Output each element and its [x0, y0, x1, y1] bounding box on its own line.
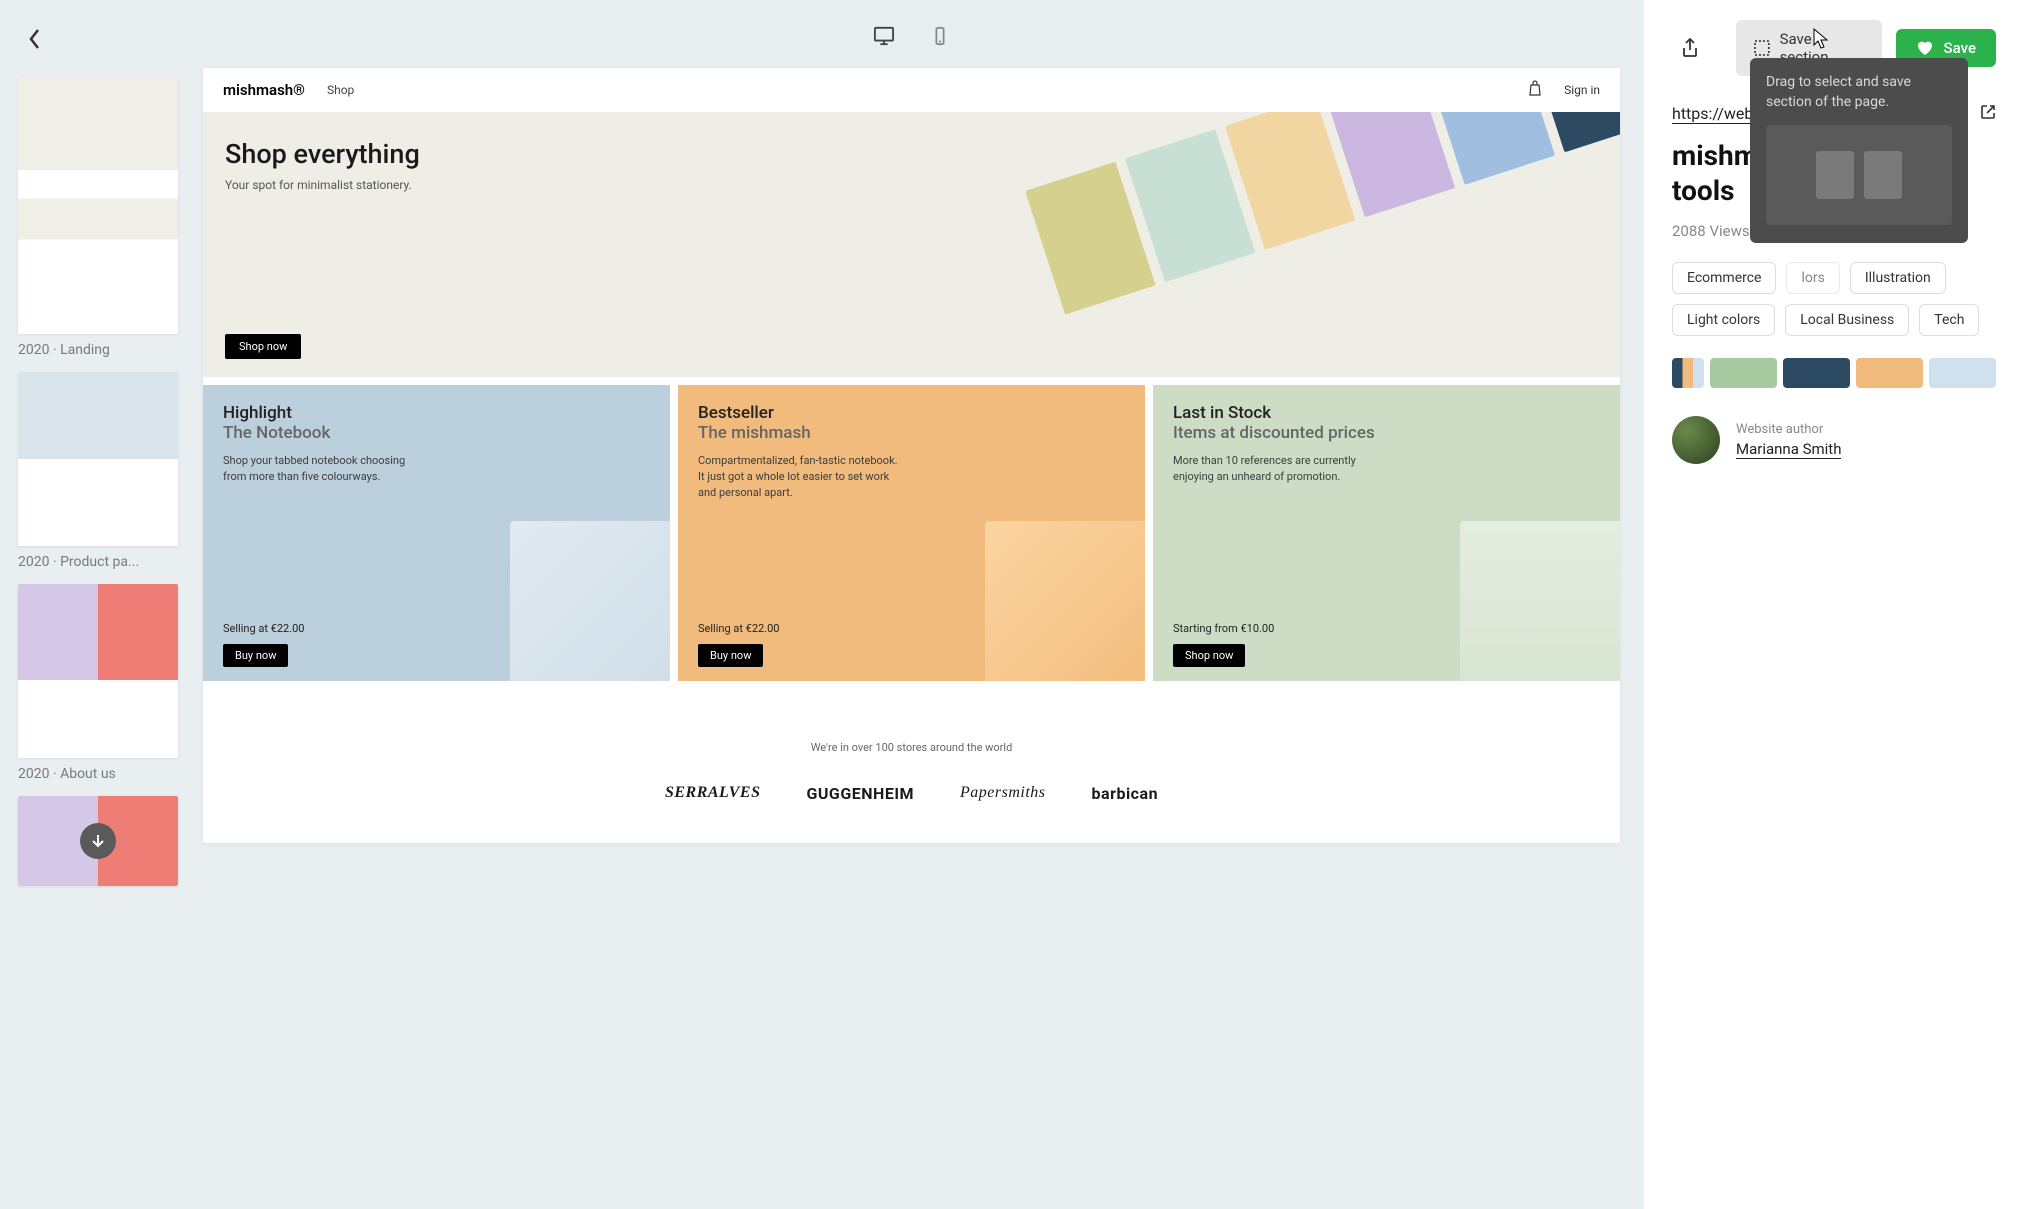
card-overline: Bestseller [698, 403, 1125, 423]
store-logo: GUGGENHEIM [806, 784, 914, 803]
tag[interactable]: Tech [1919, 304, 1979, 336]
card-price: Selling at €22.00 [698, 622, 780, 635]
author-block: Website author Marianna Smith [1672, 416, 1996, 464]
share-button[interactable] [1672, 30, 1708, 66]
store-logo: Papersmiths [960, 784, 1046, 803]
card-price: Starting from €10.00 [1173, 622, 1274, 635]
palette-swatch[interactable] [1783, 358, 1850, 388]
card-title: Items at discounted prices [1173, 423, 1600, 443]
desktop-device-button[interactable] [870, 22, 898, 50]
card-artwork [985, 521, 1145, 681]
mobile-device-button[interactable] [926, 22, 954, 50]
thumbnail-item[interactable]: 2020 · About us [18, 584, 185, 782]
signin-link[interactable]: Sign in [1564, 83, 1600, 97]
color-palette [1672, 358, 1996, 388]
thumbnail-item[interactable]: 2020 · Product pa... [18, 372, 185, 570]
card-title: The mishmash [698, 423, 1125, 443]
store-logos: SERRALVES GUGGENHEIM Papersmiths barbica… [223, 784, 1600, 803]
cart-icon[interactable] [1528, 80, 1542, 100]
buy-now-button[interactable]: Buy now [223, 644, 288, 667]
tag[interactable]: Illustration [1850, 262, 1946, 294]
card-title: The Notebook [223, 423, 650, 443]
download-icon[interactable] [80, 823, 116, 859]
save-label: Save [1944, 39, 1976, 57]
back-button[interactable] [18, 22, 52, 56]
tag[interactable]: Local Business [1785, 304, 1909, 336]
palette-swatch[interactable] [1856, 358, 1923, 388]
save-section-tooltip: Drag to select and save section of the p… [1750, 58, 1968, 243]
website-url[interactable]: https://webf [1672, 104, 1759, 124]
thumbnail-image [18, 372, 178, 546]
palette-swatch[interactable] [1929, 358, 1996, 388]
stores-text: We're in over 100 stores around the worl… [223, 741, 1600, 754]
card-description: Shop your tabbed notebook choosing from … [223, 453, 423, 485]
card-artwork [1460, 521, 1620, 681]
card-description: More than 10 references are currently en… [1173, 453, 1373, 485]
buy-now-button[interactable]: Buy now [698, 644, 763, 667]
card-price: Selling at €22.00 [223, 622, 305, 635]
views-count: 2088 Views [1672, 222, 1750, 240]
palette-swatch-multi[interactable] [1672, 358, 1704, 388]
thumbnail-list: 2020 · Landing 2020 · Product pa... 2020… [18, 78, 185, 886]
product-card-lastinstock[interactable]: Last in Stock Items at discounted prices… [1153, 385, 1620, 681]
product-card-highlight[interactable]: Highlight The Notebook Shop your tabbed … [203, 385, 670, 681]
cursor-icon [1812, 28, 1830, 50]
tag-list: Ecommerce lors Illustration Light colors… [1672, 262, 1996, 336]
tooltip-text: Drag to select and save section of the p… [1766, 72, 1952, 113]
card-overline: Last in Stock [1173, 403, 1600, 423]
thumbnail-image [18, 796, 178, 886]
thumbnail-image [18, 584, 178, 758]
tag-hidden[interactable]: lors [1786, 262, 1839, 294]
card-artwork [510, 521, 670, 681]
author-name[interactable]: Marianna Smith [1736, 440, 1841, 459]
store-logo: SERRALVES [665, 784, 761, 803]
thumbnail-item[interactable] [18, 796, 185, 886]
nav-shop-link[interactable]: Shop [327, 83, 354, 97]
thumbnail-image [18, 78, 178, 334]
website-preview: mishmash® Shop Sign in Shop everything Y… [203, 68, 1620, 843]
stores-section: We're in over 100 stores around the worl… [203, 681, 1620, 843]
shop-now-button[interactable]: Shop now [225, 334, 301, 359]
palette-swatch[interactable] [1710, 358, 1777, 388]
brand-logo: mishmash® [223, 81, 305, 99]
external-link-icon[interactable] [1980, 104, 1996, 124]
device-switcher [203, 22, 1620, 50]
hero-section: Shop everything Your spot for minimalist… [203, 112, 1620, 377]
tag[interactable]: Light colors [1672, 304, 1775, 336]
tag[interactable]: Ecommerce [1672, 262, 1776, 294]
thumbnail-caption: 2020 · Product pa... [18, 554, 185, 570]
tooltip-illustration [1766, 125, 1952, 225]
card-description: Compartmentalized, fan-tastic notebook. … [698, 453, 898, 501]
thumbnail-caption: 2020 · Landing [18, 342, 185, 358]
avatar[interactable] [1672, 416, 1720, 464]
store-logo: barbican [1092, 784, 1159, 803]
shop-now-button[interactable]: Shop now [1173, 644, 1245, 667]
author-label: Website author [1736, 422, 1841, 437]
thumbnail-caption: 2020 · About us [18, 766, 185, 782]
card-overline: Highlight [223, 403, 650, 423]
thumbnail-item[interactable]: 2020 · Landing [18, 78, 185, 358]
product-card-bestseller[interactable]: Bestseller The mishmash Compartmentalize… [678, 385, 1145, 681]
